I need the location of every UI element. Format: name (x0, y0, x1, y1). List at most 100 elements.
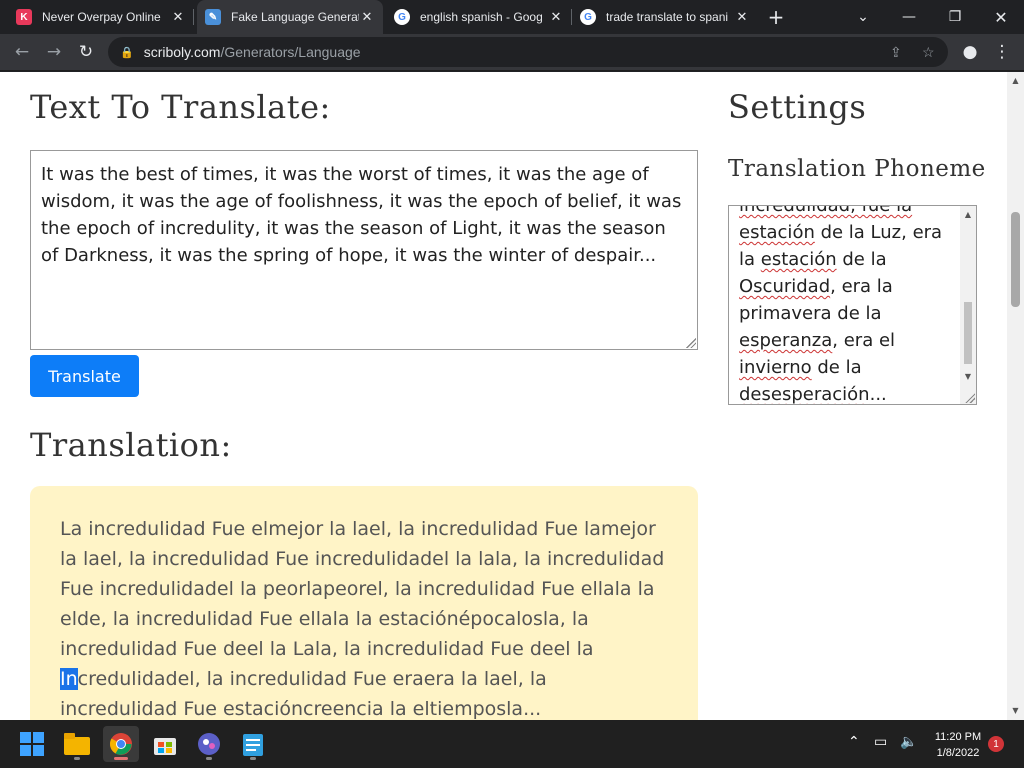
input-text: It was the best of times, it was the wor… (41, 164, 682, 266)
settings-heading: Settings (728, 88, 867, 126)
input-heading: Text To Translate: (30, 88, 331, 126)
close-icon[interactable]: ✕ (359, 9, 375, 25)
phoneme-text-fragment: ... (869, 384, 887, 405)
tab-english-spanish[interactable]: G english spanish - Goog ✕ (386, 0, 572, 34)
translation-phoneme-textarea[interactable]: incredulidad, fue la estación de la Luz, … (728, 205, 977, 405)
phoneme-line: estación de la Luz, era (739, 219, 961, 246)
phoneme-heading: Translation Phoneme (728, 156, 986, 182)
phoneme-line: Oscuridad, era la (739, 273, 961, 300)
network-icon[interactable]: ▭ (874, 734, 887, 750)
minimize-button[interactable]: — (886, 0, 932, 34)
clock-time: 11:20 PM (934, 731, 982, 743)
notebook-icon: ✎ (205, 9, 221, 25)
restore-button[interactable]: ❐ (932, 0, 978, 34)
text-to-translate-input[interactable]: It was the best of times, it was the wor… (30, 150, 698, 350)
k-favicon-icon: K (16, 9, 32, 25)
profile-icon[interactable]: ● (956, 38, 984, 66)
browser-toolbar: ← → ↻ 🔒 scriboly.com/Generators/Language… (0, 34, 1024, 71)
close-icon[interactable]: ✕ (734, 9, 750, 25)
scroll-down-icon[interactable]: ▼ (960, 372, 976, 381)
tab-strip: K Never Overpay Online ✕ ✎ Fake Language… (0, 0, 1024, 34)
scroll-down-icon[interactable]: ▼ (1007, 706, 1024, 715)
web-page: Text To Translate: It was the best of ti… (0, 72, 1024, 720)
url-domain: scriboly.com (143, 44, 221, 60)
phoneme-text-fragment: la (739, 249, 761, 270)
resize-grip-icon[interactable] (686, 338, 696, 348)
tab-title: english spanish - Goog (420, 10, 543, 24)
tab-never-overpay[interactable]: K Never Overpay Online ✕ (8, 0, 194, 34)
back-icon[interactable]: ← (8, 38, 36, 66)
clock[interactable]: 11:20 PM 1/8/2022 (928, 729, 988, 761)
tab-search-icon[interactable]: ⌄ (840, 0, 886, 34)
page-scrollbar-thumb[interactable] (1011, 212, 1020, 307)
misspelled-word: desesperación (739, 384, 870, 405)
address-bar[interactable]: 🔒 scriboly.com/Generators/Language ⇪ ☆ (108, 37, 948, 67)
share-icon[interactable]: ⇪ (890, 37, 902, 67)
translate-button[interactable]: Translate (30, 355, 139, 397)
tab-fake-language-generator[interactable]: ✎ Fake Language Generat ✕ (197, 0, 383, 34)
translation-text-continued: credulidadel, la incredulidad Fue eraera… (60, 668, 547, 720)
running-indicator (250, 757, 256, 760)
misspelled-word: incredulidad, fue la (739, 205, 913, 216)
phoneme-line: esperanza, era el (739, 327, 961, 354)
app-icon[interactable] (191, 726, 227, 762)
scrollbar-thumb[interactable] (964, 302, 972, 364)
phoneme-text: incredulidad, fue la estación de la Luz, … (739, 205, 961, 405)
phoneme-line: la estación de la (739, 246, 961, 273)
phoneme-line: incredulidad, fue la (739, 205, 961, 219)
translation-text: La incredulidad Fue elmejor la lael, la … (60, 518, 665, 660)
lock-icon: 🔒 (120, 46, 134, 59)
scroll-up-icon[interactable]: ▲ (1007, 76, 1024, 85)
page-scrollbar[interactable]: ▲ ▼ (1007, 72, 1024, 720)
phoneme-line: primavera de la (739, 300, 961, 327)
resize-grip-icon[interactable] (965, 393, 975, 403)
url-path: /Generators/Language (220, 44, 361, 60)
translation-output[interactable]: La incredulidad Fue elmejor la lael, la … (30, 486, 698, 720)
misspelled-word: invierno (739, 357, 812, 378)
taskbar: ⌃ ▭ 🔈 11:20 PM 1/8/2022 1 (0, 720, 1024, 768)
close-window-button[interactable]: ✕ (978, 0, 1024, 34)
notepad-icon[interactable] (235, 726, 271, 762)
phoneme-line: desesperación... (739, 381, 961, 405)
chrome-icon[interactable] (103, 726, 139, 762)
running-indicator (74, 757, 80, 760)
misspelled-word: estación (760, 249, 837, 270)
close-icon[interactable]: ✕ (548, 9, 564, 25)
start-windows-icon[interactable] (14, 726, 50, 762)
scroll-up-icon[interactable]: ▲ (960, 210, 976, 219)
clock-date: 1/8/2022 (936, 747, 980, 759)
phoneme-text-fragment: primavera de la (739, 303, 882, 324)
store-icon[interactable] (147, 726, 183, 762)
phoneme-text-fragment: , era la (830, 276, 893, 297)
notification-badge[interactable]: 1 (988, 736, 1004, 752)
misspelled-word: Oscuridad (739, 276, 831, 297)
tab-title: trade translate to spani (606, 10, 729, 24)
running-indicator (206, 757, 212, 760)
phoneme-text-fragment: de la (811, 357, 862, 378)
textarea-scrollbar[interactable]: ▲ ▼ (960, 206, 976, 404)
tab-title: Never Overpay Online (42, 10, 161, 24)
phoneme-text-fragment: de la (836, 249, 887, 270)
selected-text: In (60, 668, 78, 690)
google-icon: G (394, 9, 410, 25)
phoneme-line: invierno de la (739, 354, 961, 381)
close-icon[interactable]: ✕ (170, 9, 186, 25)
running-indicator (114, 757, 128, 760)
star-icon[interactable]: ☆ (922, 37, 935, 67)
tab-separator (193, 9, 194, 25)
misspelled-word: estación (739, 222, 815, 243)
new-tab-button[interactable]: + (758, 0, 794, 34)
translation-heading: Translation: (30, 426, 232, 464)
reload-icon[interactable]: ↻ (72, 38, 100, 66)
tab-title: Fake Language Generat (231, 10, 359, 24)
google-icon: G (580, 9, 596, 25)
tab-trade-translate[interactable]: G trade translate to spani ✕ (572, 0, 758, 34)
menu-icon[interactable]: ⋮ (988, 38, 1016, 66)
file-explorer-icon[interactable] (59, 726, 95, 762)
volume-icon[interactable]: 🔈 (900, 734, 917, 750)
chevron-up-icon[interactable]: ⌃ (848, 734, 860, 750)
phoneme-text-fragment: de la Luz, era (814, 222, 943, 243)
forward-icon[interactable]: → (40, 38, 68, 66)
misspelled-word: esperanza (739, 330, 833, 351)
phoneme-text-fragment: , era el (832, 330, 896, 351)
